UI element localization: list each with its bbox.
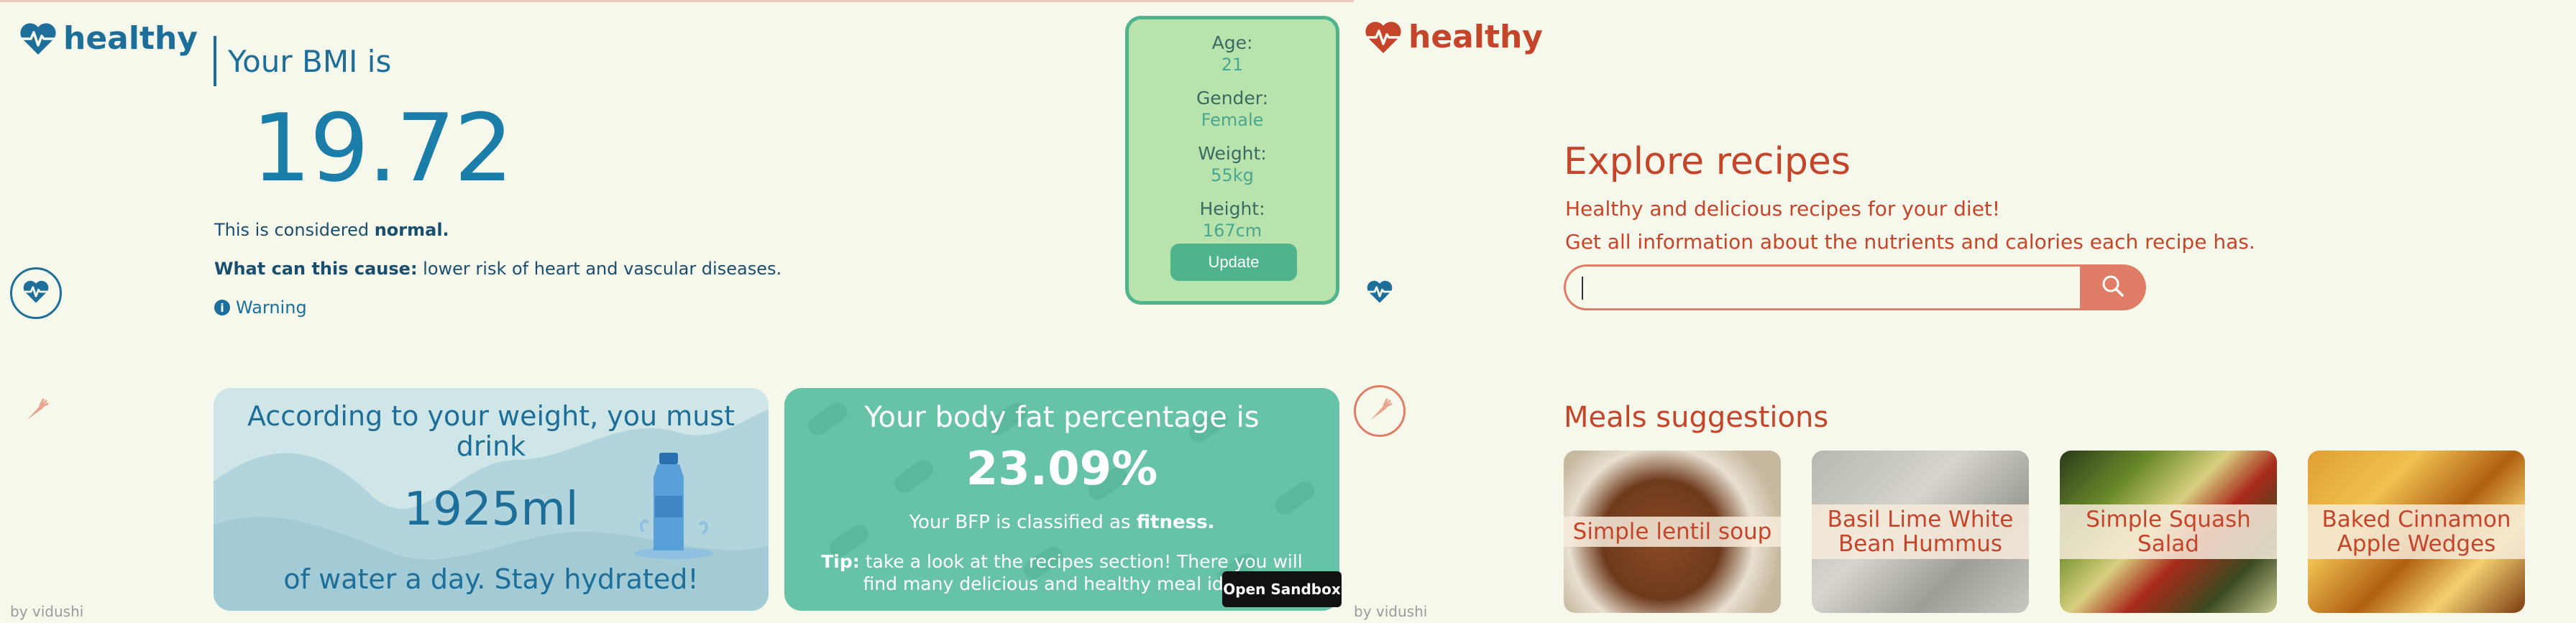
update-button[interactable]: Update bbox=[1170, 244, 1297, 281]
bfp-value: 23.09% bbox=[966, 443, 1158, 496]
logo[interactable]: healthy bbox=[19, 20, 198, 57]
stat-gender: Gender: Female bbox=[1129, 88, 1336, 130]
meal-name: Baked Cinnamon Apple Wedges bbox=[2308, 504, 2525, 559]
cause-label: What can this cause: bbox=[214, 259, 418, 279]
meal-card-squash-salad[interactable]: Simple Squash Salad bbox=[2060, 451, 2277, 613]
stat-age: Age: 21 bbox=[1129, 32, 1336, 75]
search-icon bbox=[2101, 274, 2125, 301]
stat-height: Height: 167cm bbox=[1129, 198, 1336, 241]
health-dashboard-pane: healthy Your BMI is 19.72 This is consid… bbox=[0, 0, 1354, 623]
stat-value: 167cm bbox=[1202, 221, 1262, 241]
meal-card-lentil-soup[interactable]: Simple lentil soup bbox=[1564, 451, 1781, 613]
tip-label: Tip: bbox=[821, 551, 860, 572]
explore-subtitle-1: Healthy and delicious recipes for your d… bbox=[1565, 197, 2001, 221]
carrot-icon bbox=[1365, 395, 1394, 427]
classification-value: normal. bbox=[374, 220, 449, 240]
meal-name: Simple Squash Salad bbox=[2060, 504, 2277, 559]
nav-recipes-button[interactable] bbox=[10, 385, 62, 437]
bfp-heading: Your body fat percentage is bbox=[864, 401, 1260, 434]
bfp-classification: Your BFP is classified as fitness. bbox=[784, 512, 1339, 533]
stat-label: Height: bbox=[1199, 198, 1265, 219]
heart-pulse-icon bbox=[1366, 280, 1393, 307]
logo-text: healthy bbox=[63, 20, 198, 57]
stat-label: Gender: bbox=[1196, 88, 1269, 109]
bmi-value: 19.72 bbox=[252, 93, 513, 203]
heart-pulse-icon bbox=[1364, 20, 1403, 55]
water-intake-card: According to your weight, you must drink… bbox=[214, 388, 769, 611]
recipe-search bbox=[1564, 264, 2146, 310]
meal-card-apple-wedges[interactable]: Baked Cinnamon Apple Wedges bbox=[2308, 451, 2525, 613]
recipes-pane: healthy Explore recipes Healthy and deli… bbox=[1354, 0, 2576, 623]
bmi-cause: What can this cause: lower risk of heart… bbox=[214, 259, 781, 279]
nav-recipes-button[interactable] bbox=[1354, 385, 1406, 437]
cause-text: lower risk of heart and vascular disease… bbox=[417, 259, 782, 279]
heart-pulse-icon bbox=[22, 280, 50, 307]
stat-value: 21 bbox=[1221, 55, 1244, 75]
text-caret bbox=[1582, 277, 1583, 300]
meal-card-bean-hummus[interactable]: Basil Lime White Bean Hummus bbox=[1812, 451, 2029, 613]
bmi-classification: This is considered normal. bbox=[214, 220, 449, 240]
bfp-class-value: fitness. bbox=[1136, 512, 1215, 533]
meals-title: Meals suggestions bbox=[1564, 401, 1829, 434]
stat-label: Age: bbox=[1211, 32, 1253, 53]
explore-title: Explore recipes bbox=[1564, 140, 1851, 183]
warning-text: Warning bbox=[236, 297, 307, 318]
byline: by vidushi bbox=[1354, 603, 1428, 620]
classification-prefix: This is considered bbox=[214, 220, 375, 240]
water-outro: of water a day. Stay hydrated! bbox=[283, 563, 699, 595]
water-amount: 1925ml bbox=[403, 483, 579, 536]
warning-link[interactable]: i Warning bbox=[214, 297, 307, 318]
bmi-heading: Your BMI is bbox=[214, 36, 391, 86]
explore-subtitle-2: Get all information about the nutrients … bbox=[1565, 230, 2255, 254]
bmi-heading-text: Your BMI is bbox=[228, 43, 392, 79]
heart-pulse-icon bbox=[19, 22, 58, 56]
nav-health-button[interactable] bbox=[10, 267, 62, 319]
page: healthy Your BMI is 19.72 This is consid… bbox=[0, 0, 2576, 623]
meal-name: Simple lentil soup bbox=[1564, 517, 1781, 547]
logo[interactable]: healthy bbox=[1364, 19, 1543, 55]
water-intro: According to your weight, you must drink bbox=[247, 400, 735, 462]
stat-label: Weight: bbox=[1198, 143, 1267, 164]
info-icon: i bbox=[214, 300, 230, 315]
stat-weight: Weight: 55kg bbox=[1129, 143, 1336, 185]
stat-value: Female bbox=[1201, 110, 1264, 130]
nav-health-button[interactable] bbox=[1354, 267, 1406, 319]
open-sandbox-button[interactable]: Open Sandbox bbox=[1222, 571, 1342, 607]
meal-name: Basil Lime White Bean Hummus bbox=[1812, 504, 2029, 559]
stat-value: 55kg bbox=[1211, 165, 1254, 185]
bfp-class-prefix: Your BFP is classified as bbox=[909, 512, 1137, 533]
logo-text: healthy bbox=[1408, 19, 1543, 55]
user-stats-card: Age: 21 Gender: Female Weight: 55kg Heig… bbox=[1125, 16, 1339, 305]
search-input[interactable] bbox=[1564, 264, 2080, 310]
carrot-icon bbox=[22, 395, 50, 427]
search-button[interactable] bbox=[2080, 264, 2146, 310]
byline: by vidushi bbox=[10, 603, 84, 620]
